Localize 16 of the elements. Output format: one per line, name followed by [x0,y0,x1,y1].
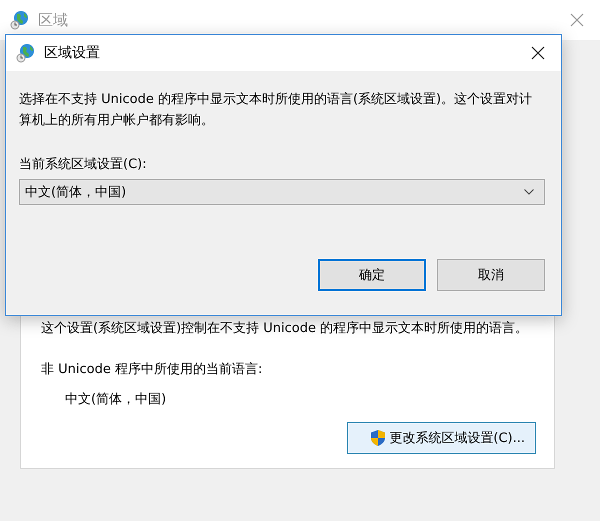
locale-dropdown[interactable]: 中文(简体，中国) [19,179,545,205]
ok-button[interactable]: 确定 [318,259,426,291]
cancel-button[interactable]: 取消 [437,259,545,291]
dialog-title: 区域设置 [44,44,101,62]
globe-icon [10,10,30,30]
locale-label: 当前系统区域设置(C): [19,156,148,173]
change-locale-button[interactable]: 更改系统区域设置(C)... [347,422,536,454]
current-language-value: 中文(简体，中国) [64,391,168,408]
close-icon[interactable] [531,46,545,60]
panel-description: 这个设置(系统区域设置)控制在不支持 Unicode 的程序中显示文本时所使用的语言。 [41,320,530,338]
shield-icon [370,429,386,447]
current-language-label: 非 Unicode 程序中所使用的当前语言: [41,361,264,378]
window-title: 区域 [38,10,69,30]
chevron-icon [524,189,534,195]
globe-icon [16,43,36,63]
dialog-description: 选择在不支持 Unicode 的程序中显示文本时所使用的语言(系统区域设置)。这个设置对计算机上的所有用户帐户都有影响。 [19,91,534,130]
